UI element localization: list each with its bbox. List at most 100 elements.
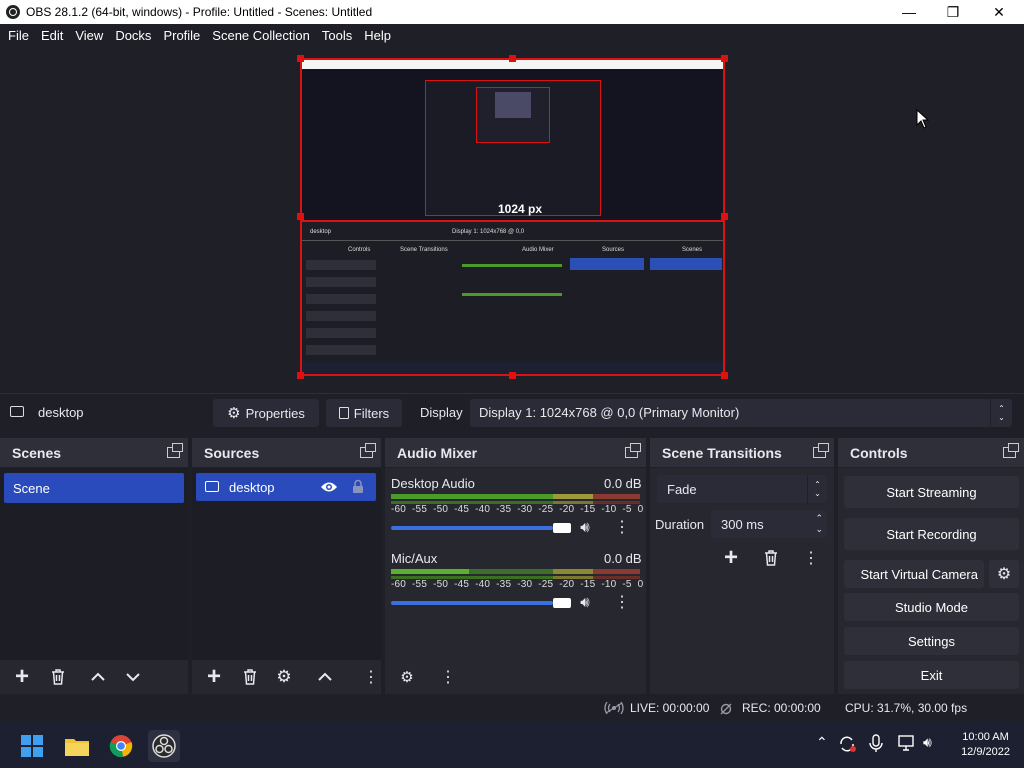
desktop-audio-volume-knob[interactable]	[553, 523, 571, 533]
nested-ctrl-6	[306, 345, 376, 355]
start-streaming-button[interactable]: Start Streaming	[844, 476, 1019, 508]
nested-docks: desktop Display 1: 1024x768 @ 0,0 Scenes…	[302, 220, 723, 374]
sources-footer: + ⚙ ⋮	[192, 660, 381, 694]
chrome-icon[interactable]	[105, 730, 137, 762]
remove-scene-button[interactable]	[44, 663, 72, 691]
more-options-icon[interactable]: ⋮	[608, 513, 636, 541]
more-options-icon[interactable]: ⋮	[608, 588, 636, 616]
more-options-icon[interactable]: ⋮	[434, 663, 462, 691]
undock-icon[interactable]	[813, 443, 829, 458]
minimize-button[interactable]: —	[886, 0, 932, 24]
duration-field[interactable]: 300 ms ⌃ ⌄	[711, 510, 827, 538]
filters-button[interactable]: Filters	[326, 399, 402, 427]
advanced-audio-gear-icon[interactable]: ⚙	[393, 663, 421, 691]
preview-area[interactable]: 1024 px desktop Display 1: 1024x768 @ 0,…	[0, 46, 1024, 388]
resize-handle-bottom-left[interactable]	[297, 372, 304, 379]
resize-handle-left[interactable]	[297, 213, 304, 220]
menu-file[interactable]: File	[2, 28, 35, 43]
scale-tick: -45	[454, 579, 470, 590]
lock-icon[interactable]	[352, 479, 364, 494]
system-clock[interactable]: 10:00 AM 12/9/2022	[961, 730, 1010, 760]
scene-item[interactable]: Scene	[4, 473, 184, 503]
scale-tick: -40	[475, 579, 491, 590]
stepper-down-icon[interactable]: ⌄	[815, 524, 823, 534]
resize-handle-bottom-right[interactable]	[721, 372, 728, 379]
duration-value: 300 ms	[721, 517, 764, 532]
menu-scene-collection[interactable]: Scene Collection	[206, 28, 316, 43]
undock-icon[interactable]	[167, 443, 183, 458]
menu-profile[interactable]: Profile	[157, 28, 206, 43]
resize-handle-top-left[interactable]	[297, 55, 304, 62]
windows-start-icon[interactable]	[16, 730, 48, 762]
controls-dock-header: Controls	[838, 438, 1024, 468]
controls-title: Controls	[850, 445, 908, 461]
add-transition-button[interactable]: +	[717, 544, 745, 572]
obs-logo-icon	[6, 5, 20, 19]
maximize-button[interactable]: ❐	[930, 0, 976, 24]
resize-handle-bottom[interactable]	[509, 372, 516, 379]
sources-dock-header: Sources	[192, 438, 381, 468]
chevron-up-icon[interactable]: ⌃	[816, 734, 828, 751]
add-scene-button[interactable]: +	[8, 663, 36, 691]
volume-icon[interactable]: 🔊︎	[923, 734, 932, 751]
microphone-icon[interactable]	[869, 734, 883, 754]
scene-transitions-body: Fade ⌃ ⌄ Duration 300 ms ⌃ ⌄ + ⋮	[650, 468, 834, 694]
undock-icon[interactable]	[1003, 443, 1019, 458]
scale-tick: -25	[538, 579, 554, 590]
chevron-up-down-icon: ⌃ ⌄	[990, 399, 1012, 427]
more-options-icon[interactable]: ⋮	[797, 544, 825, 572]
source-item[interactable]: desktop	[196, 473, 376, 501]
transition-select[interactable]: Fade ⌃ ⌄	[657, 475, 827, 503]
properties-label: Properties	[245, 405, 305, 421]
duration-label: Duration	[655, 517, 705, 532]
menu-edit[interactable]: Edit	[35, 28, 69, 43]
desktop-audio-volume-slider[interactable]	[391, 526, 553, 530]
scene-transitions-dock-header: Scene Transitions	[650, 438, 834, 468]
more-options-icon[interactable]: ⋮	[357, 663, 385, 691]
undock-icon[interactable]	[360, 443, 376, 458]
speaker-icon[interactable]: 🔊︎	[571, 513, 599, 541]
nested-controls-title: Controls	[348, 247, 371, 253]
move-source-up-button[interactable]	[311, 663, 339, 691]
display-icon[interactable]	[898, 735, 916, 751]
eye-icon[interactable]	[320, 481, 338, 493]
undock-icon[interactable]	[625, 443, 641, 458]
move-scene-down-button[interactable]	[119, 663, 147, 691]
nested-ctrl-3	[306, 294, 376, 304]
stepper-up-icon[interactable]: ⌃	[815, 513, 823, 523]
mic-aux-volume-slider[interactable]	[391, 601, 553, 605]
file-explorer-icon[interactable]	[61, 730, 93, 762]
studio-mode-button[interactable]: Studio Mode	[844, 593, 1019, 621]
resize-handle-top[interactable]	[509, 55, 516, 62]
resize-handle-top-right[interactable]	[721, 55, 728, 62]
filter-icon	[338, 407, 349, 419]
menu-view[interactable]: View	[69, 28, 109, 43]
source-properties-gear-icon[interactable]: ⚙	[270, 663, 298, 691]
nested-ctrl-5	[306, 328, 376, 338]
audio-mixer-title: Audio Mixer	[397, 445, 478, 461]
properties-button[interactable]: ⚙ Properties	[213, 399, 319, 427]
sources-title: Sources	[204, 445, 260, 461]
sync-icon[interactable]	[838, 735, 858, 753]
menu-docks[interactable]: Docks	[109, 28, 157, 43]
virtual-camera-gear-icon[interactable]: ⚙	[989, 560, 1019, 588]
exit-button[interactable]: Exit	[844, 661, 1019, 689]
remove-transition-button[interactable]	[757, 544, 785, 572]
add-source-button[interactable]: +	[200, 663, 228, 691]
settings-button[interactable]: Settings	[844, 627, 1019, 655]
resize-handle-right[interactable]	[721, 213, 728, 220]
menu-help[interactable]: Help	[358, 28, 397, 43]
move-scene-up-button[interactable]	[84, 663, 112, 691]
chevron-up-icon	[318, 672, 332, 681]
speaker-icon[interactable]: 🔊︎	[571, 588, 599, 616]
nested-meter-1	[462, 264, 562, 267]
close-button[interactable]: ✕	[976, 0, 1022, 24]
display-select[interactable]: Display 1: 1024x768 @ 0,0 (Primary Monit…	[470, 399, 1012, 427]
start-recording-button[interactable]: Start Recording	[844, 518, 1019, 550]
preview-canvas[interactable]: 1024 px desktop Display 1: 1024x768 @ 0,…	[300, 58, 725, 376]
obs-taskbar-icon[interactable]	[148, 730, 180, 762]
remove-source-button[interactable]	[236, 663, 264, 691]
mic-aux-volume-knob[interactable]	[553, 598, 571, 608]
start-virtual-camera-button[interactable]: Start Virtual Camera	[844, 560, 984, 588]
menu-tools[interactable]: Tools	[316, 28, 358, 43]
